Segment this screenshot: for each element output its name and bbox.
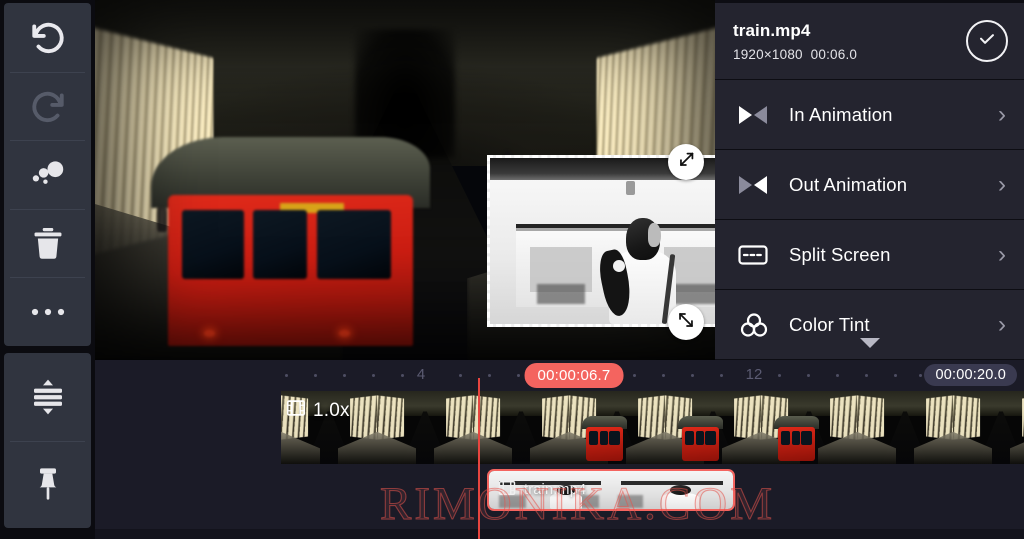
chevron-right-icon: › [998, 100, 1006, 128]
ruler-label-4: 4 [416, 366, 426, 383]
pip-overlay-clip[interactable] [487, 155, 715, 327]
sidebar-item-undo[interactable] [4, 3, 91, 72]
overlay-thumb [489, 471, 611, 509]
clip-options-panel: train.mp4 1920×1080 00:06.0 In Animation… [715, 0, 1024, 360]
sidebar-item-redo[interactable] [4, 71, 91, 141]
filmstrip [281, 391, 1024, 464]
panel-item-label: Color Tint [789, 313, 870, 335]
toolbar-group-primary [4, 3, 91, 346]
video-preview[interactable] [95, 0, 715, 360]
resize-handle[interactable] [668, 304, 704, 340]
page-title: train.mp4 [733, 20, 811, 40]
panel-item-color-tint[interactable]: Color Tint › [715, 290, 1024, 359]
video-editor-app: train.mp4 1920×1080 00:06.0 In Animation… [0, 0, 1024, 539]
chevron-right-icon: › [998, 170, 1006, 198]
timeline-ruler[interactable]: 4 12 00:00:06.7 00:00:20.0 [95, 360, 1024, 392]
resize-arrows-icon [675, 309, 697, 336]
panel-option-list: In Animation › Out Animation › Split Scr… [715, 79, 1024, 360]
clip-meta: 1920×1080 00:06.0 [733, 47, 966, 62]
left-toolbar [0, 0, 95, 539]
panel-item-label: Split Screen [789, 243, 891, 265]
rotate-arrows-icon [675, 149, 697, 176]
playhead[interactable] [478, 378, 480, 539]
rotate-handle[interactable] [668, 144, 704, 180]
out-animation-icon [737, 173, 789, 197]
timeline-main-track[interactable]: 1.0x [281, 391, 1024, 464]
current-time-badge[interactable]: 00:00:06.7 [524, 363, 624, 388]
panel-item-split-screen[interactable]: Split Screen › [715, 220, 1024, 289]
expand-rows-icon [28, 377, 68, 417]
timeline[interactable]: 4 12 00:00:06.7 00:00:20.0 1.0x train.mp… [95, 360, 1024, 539]
toolbar-group-secondary [4, 353, 91, 528]
panel-item-out-animation[interactable]: Out Animation › [715, 150, 1024, 219]
color-tint-icon [737, 310, 789, 340]
sidebar-item-pin[interactable] [4, 440, 91, 529]
panel-item-label: In Animation [789, 103, 893, 125]
overlay-thumb [611, 471, 733, 509]
timeline-footer [95, 529, 1024, 539]
redo-icon [26, 84, 70, 128]
panel-item-in-animation[interactable]: In Animation › [715, 80, 1024, 149]
chevron-right-icon: › [998, 310, 1006, 338]
check-circle-icon [976, 28, 998, 55]
sidebar-item-bubbles[interactable] [4, 140, 91, 209]
ellipsis-icon [26, 304, 70, 320]
split-screen-icon [737, 242, 789, 268]
pin-icon [28, 464, 68, 504]
in-animation-icon [737, 103, 789, 127]
trash-icon [27, 222, 69, 264]
undo-icon [26, 15, 70, 59]
total-duration-badge[interactable]: 00:00:20.0 [924, 364, 1017, 386]
sidebar-item-expand[interactable] [4, 353, 91, 441]
clip-duration: 00:06.0 [810, 46, 858, 62]
sidebar-item-more[interactable] [4, 277, 91, 346]
panel-header: train.mp4 1920×1080 00:06.0 [715, 3, 1024, 79]
panel-item-label: Out Animation [789, 173, 908, 195]
confirm-button[interactable] [966, 20, 1008, 62]
sidebar-item-delete[interactable] [4, 208, 91, 278]
clip-resolution: 1920×1080 [733, 46, 803, 62]
timeline-overlay-clip[interactable]: train.mp4 [487, 469, 735, 511]
pip-overlay-video [490, 158, 715, 324]
ruler-label-12: 12 [745, 366, 763, 383]
chevron-right-icon: › [998, 240, 1006, 268]
bubbles-icon [26, 152, 70, 196]
